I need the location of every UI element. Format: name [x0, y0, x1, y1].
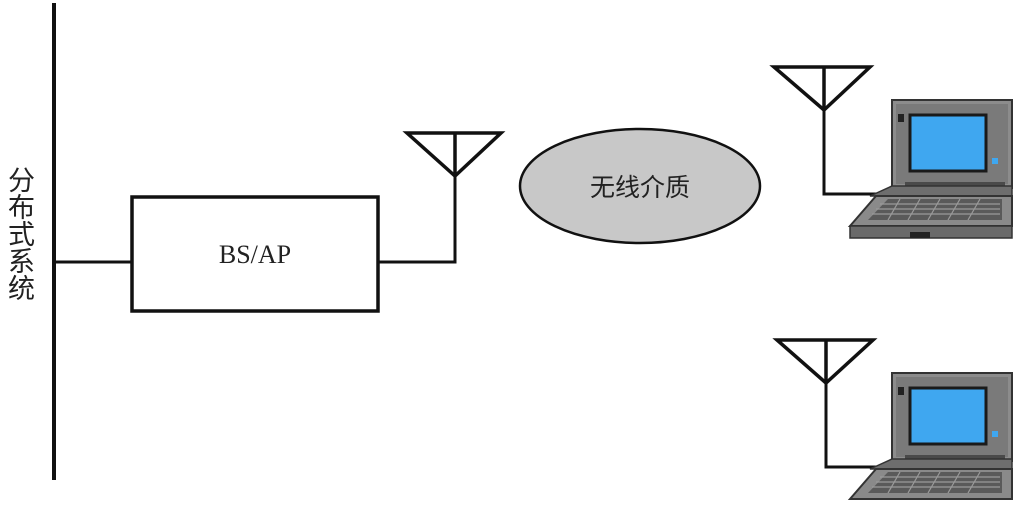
- station1-antenna-cable: [822, 110, 893, 196]
- bs-ap-label: BS/AP: [219, 240, 291, 269]
- antenna-icon: [769, 65, 875, 113]
- antenna-icon: [402, 131, 506, 179]
- distributed-system-label: 分布式系统: [3, 166, 34, 301]
- diagram-canvas: 分布式系统 BS/AP 无线介质: [0, 0, 1013, 513]
- box-to-antenna-line: [378, 160, 457, 264]
- network-diagram: BS/AP 无线介质: [52, 3, 1013, 500]
- station2-antenna-cable: [824, 383, 893, 469]
- antenna-icon: [772, 338, 878, 386]
- laptop-icon: [847, 99, 1013, 239]
- wireless-medium-label: 无线介质: [590, 173, 690, 202]
- laptop-icon: [847, 372, 1013, 500]
